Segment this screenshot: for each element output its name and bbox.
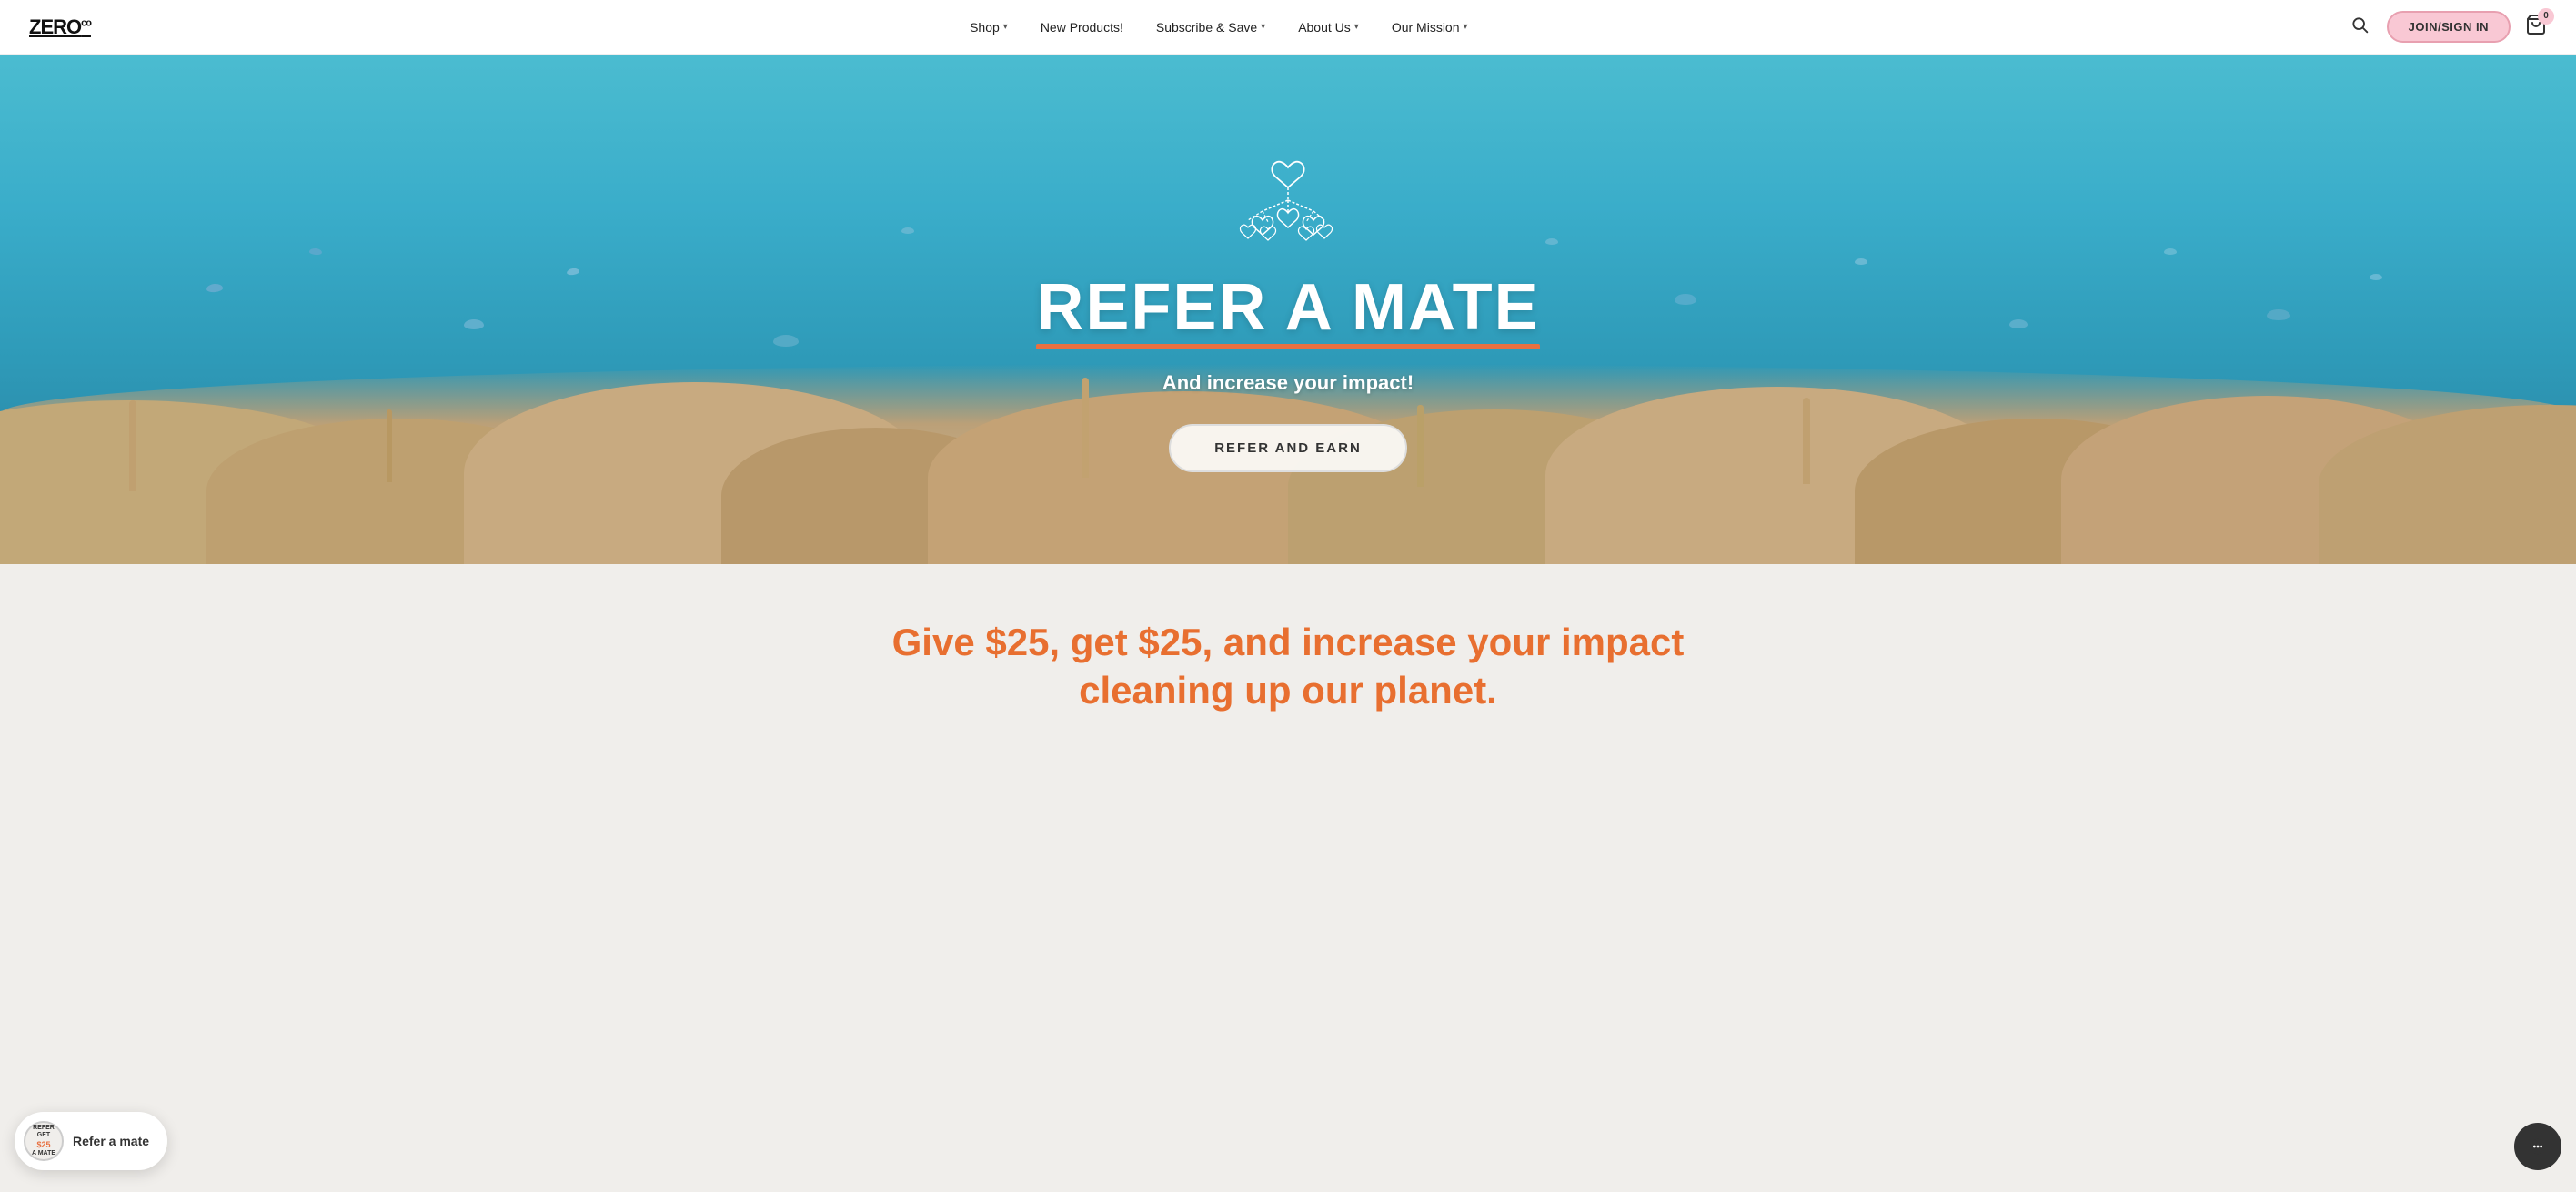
search-icon (2350, 15, 2369, 34)
brand-logo[interactable]: ZEROco (29, 15, 91, 39)
heart-tree-icon (1233, 147, 1343, 257)
nav-item-about-us[interactable]: About Us ▾ (1282, 20, 1375, 35)
chevron-down-icon: ▾ (1003, 22, 1008, 32)
cart-count-badge: 0 (2538, 8, 2554, 25)
refer-earn-button[interactable]: REFER AND EARN (1169, 424, 1407, 472)
below-hero-section: Give $25, get $25, and increase your imp… (0, 564, 2576, 751)
chevron-down-icon: ▾ (1354, 22, 1359, 32)
join-signin-button[interactable]: JOIN/SIGN IN (2387, 11, 2511, 43)
hero-subtitle: And increase your impact! (1162, 371, 1414, 395)
nav-item-new-products[interactable]: New Products! (1024, 20, 1140, 35)
floating-refer-widget[interactable]: REFER Get $25 A MATE Refer a mate (15, 1112, 167, 1170)
fish-decoration (2267, 309, 2290, 320)
nav-item-subscribe-save[interactable]: Subscribe & Save ▾ (1140, 20, 1282, 35)
nav-right: JOIN/SIGN IN 0 (2347, 11, 2547, 43)
cart-button[interactable]: 0 (2525, 14, 2547, 41)
fish-decoration (1545, 238, 1558, 245)
nav-links: Shop ▾ New Products! Subscribe & Save ▾ … (953, 20, 1484, 35)
hero-section: REFER A MATE And increase your impact! R… (0, 55, 2576, 564)
below-hero-text: Give $25, get $25, and increase your imp… (879, 619, 1697, 714)
fish-decoration (1855, 258, 1867, 265)
chevron-down-icon: ▾ (1261, 22, 1265, 32)
refer-badge: REFER Get $25 A MATE (24, 1121, 64, 1161)
chat-icon (2528, 1136, 2548, 1157)
fish-decoration (2370, 274, 2382, 280)
hero-content: REFER A MATE And increase your impact! R… (1036, 147, 1539, 472)
chat-button[interactable] (2514, 1123, 2561, 1170)
floating-refer-label: Refer a mate (73, 1134, 149, 1148)
chevron-down-icon: ▾ (1464, 22, 1468, 32)
fish-decoration (1675, 294, 1696, 305)
nav-item-shop[interactable]: Shop ▾ (953, 20, 1024, 35)
hero-title: REFER A MATE (1036, 275, 1539, 349)
fish-decoration (2164, 248, 2177, 255)
navbar: ZEROco Shop ▾ New Products! Subscribe & … (0, 0, 2576, 55)
nav-item-our-mission[interactable]: Our Mission ▾ (1375, 20, 1484, 35)
search-button[interactable] (2347, 12, 2372, 42)
